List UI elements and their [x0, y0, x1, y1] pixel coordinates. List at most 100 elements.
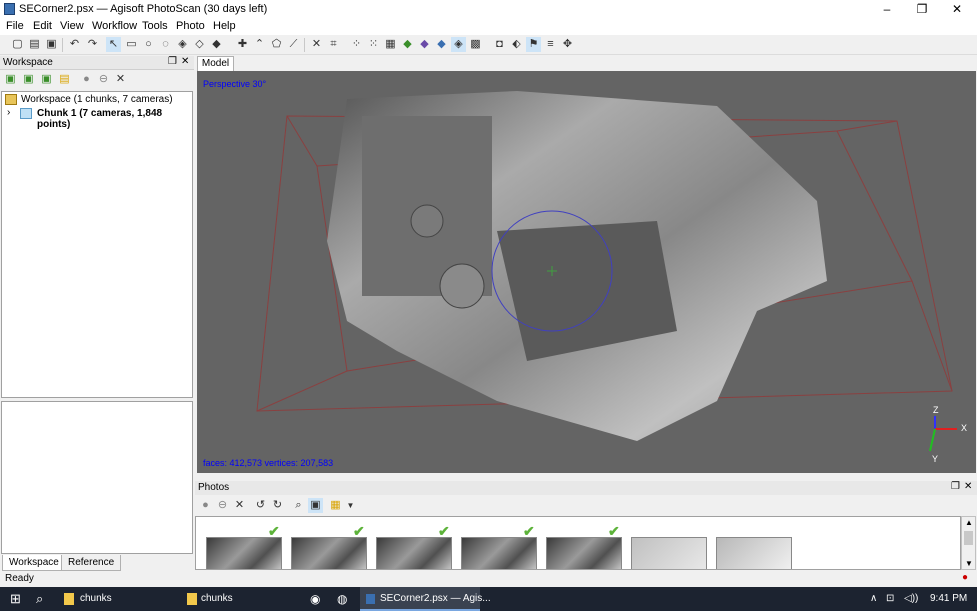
rectangle-select-icon[interactable]: ▭ — [124, 37, 139, 52]
dense-cloud-icon[interactable]: ⁙ — [366, 37, 381, 52]
photos-toolbar: ● ⊖ ✕ ↺ ↻ ⌕ ▣ ▦ ▼ — [195, 496, 977, 516]
remove-icon[interactable]: ✕ — [113, 72, 128, 87]
app-pin-icon[interactable]: ◉ — [310, 587, 320, 611]
menu-tools[interactable]: Tools — [142, 20, 168, 32]
add-marker-icon[interactable]: ▤ — [57, 72, 72, 87]
ruler-icon[interactable]: ⟋ — [286, 37, 301, 52]
photo-thumbnail[interactable] — [206, 537, 282, 569]
workspace-root[interactable]: Workspace (1 chunks, 7 cameras) — [21, 94, 173, 105]
menu-file[interactable]: File — [6, 20, 24, 32]
menu-edit[interactable]: Edit — [33, 20, 52, 32]
reset-view-icon[interactable]: ✥ — [560, 37, 575, 52]
network-icon[interactable]: ⊡ — [886, 587, 894, 611]
float-icon[interactable]: ❐ — [168, 56, 177, 67]
scroll-down-icon[interactable]: ▼ — [965, 559, 973, 568]
add-folder-icon[interactable]: ▣ — [39, 72, 54, 87]
wireframe-icon[interactable]: ▦ — [383, 37, 398, 52]
status-text: Ready — [5, 573, 34, 584]
resize-region-icon[interactable]: ◈ — [175, 37, 190, 52]
photos-title: Photos — [198, 482, 230, 493]
tab-workspace[interactable]: Workspace — [2, 555, 66, 571]
photos-float-icon[interactable]: ❐ — [951, 481, 960, 492]
taskbar-item-chunks[interactable]: chunks — [80, 587, 112, 611]
disable-icon[interactable]: ⊖ — [96, 72, 111, 87]
tray-chevron-icon[interactable]: ∧ — [870, 587, 877, 611]
restore-button[interactable]: ❐ — [907, 0, 937, 18]
volume-icon[interactable]: ◁)) — [904, 587, 918, 611]
show-region-icon[interactable]: ⚑ — [526, 37, 541, 52]
add-photos-icon[interactable]: ▣ — [21, 72, 36, 87]
photo-thumbnail[interactable] — [461, 537, 537, 569]
scroll-up-icon[interactable]: ▲ — [965, 518, 973, 527]
title-bar: SECorner2.psx — Agisoft PhotoScan (30 da… — [0, 0, 977, 18]
point-cloud-icon[interactable]: ⁘ — [349, 37, 364, 52]
menu-workflow[interactable]: Workflow — [92, 20, 137, 32]
circle-select-icon[interactable]: ○ — [141, 37, 156, 52]
navigation-icon[interactable]: ↖ — [106, 37, 121, 52]
search-icon[interactable]: ⌕ — [291, 498, 306, 513]
workspace-toolbar: ▣ ▣ ▣ ▤ ● ⊖ ✕ — [0, 70, 194, 90]
projection-label: Perspective 30° — [203, 79, 267, 89]
close-panel-icon[interactable]: ✕ — [181, 56, 189, 67]
taskbar: ⊞ ⌕ chunks chunks ◉ ◍ SECorner2.psx — Ag… — [0, 587, 977, 611]
chunk-item[interactable]: Chunk 1 (7 cameras, 1,848 points) — [37, 108, 192, 130]
menu-photo[interactable]: Photo — [176, 20, 205, 32]
marker-icon[interactable]: ✚ — [235, 37, 250, 52]
shaded-icon[interactable]: ◆ — [400, 37, 415, 52]
crop-icon[interactable]: ⌗ — [326, 37, 341, 52]
disable-camera-icon[interactable]: ⊖ — [215, 498, 230, 513]
free-select-icon[interactable]: ◌ — [158, 37, 173, 52]
polyline-icon[interactable]: ⌃ — [252, 37, 267, 52]
taskbar-item-photoscan[interactable]: SECorner2.psx — Agis... — [380, 587, 491, 611]
tab-reference[interactable]: Reference — [61, 555, 122, 571]
undo-icon[interactable]: ↶ — [67, 37, 82, 52]
tab-model[interactable]: Model — [197, 56, 234, 71]
photo-thumbnail[interactable] — [716, 537, 792, 569]
polygon-icon[interactable]: ⬠ — [269, 37, 284, 52]
photo-thumbnail[interactable] — [291, 537, 367, 569]
search-taskbar-icon[interactable]: ⌕ — [36, 587, 43, 611]
delete-icon[interactable]: ✕ — [309, 37, 324, 52]
model-viewport[interactable]: Perspective 30° faces: 412,573 vertices:… — [197, 71, 976, 473]
enable-camera-icon[interactable]: ● — [198, 498, 213, 513]
photos-scrollbar[interactable]: ▲ ▼ — [961, 516, 976, 570]
show-grid-icon[interactable]: ≡ — [543, 37, 558, 52]
new-file-icon[interactable]: ▢ — [10, 37, 25, 52]
show-cameras-icon[interactable]: ◘ — [492, 37, 507, 52]
expand-chevron-icon[interactable]: › — [7, 107, 10, 118]
remove-camera-icon[interactable]: ✕ — [232, 498, 247, 513]
aligned-check-icon: ✔ — [608, 523, 620, 539]
rotate-right-icon[interactable]: ↻ — [270, 498, 285, 513]
photos-header: Photos ❐ ✕ — [195, 481, 977, 495]
browser-icon[interactable]: ◍ — [337, 587, 347, 611]
enable-icon[interactable]: ● — [79, 72, 94, 87]
open-folder-icon[interactable]: ▤ — [27, 37, 42, 52]
photo-thumbnail[interactable] — [631, 537, 707, 569]
rotate-left-icon[interactable]: ↺ — [253, 498, 268, 513]
photo-thumbnail[interactable] — [376, 537, 452, 569]
view-mode-icon[interactable]: ▦ — [328, 498, 343, 513]
tiled-model-icon[interactable]: ◈ — [451, 37, 466, 52]
menu-help[interactable]: Help — [213, 20, 236, 32]
close-button[interactable]: ✕ — [942, 0, 972, 18]
textured-icon[interactable]: ◆ — [434, 37, 449, 52]
clock[interactable]: 9:41 PM — [930, 587, 967, 611]
taskbar-item-chunks-2[interactable]: chunks — [201, 587, 233, 611]
redo-icon[interactable]: ↷ — [85, 37, 100, 52]
show-markers-icon[interactable]: ⬖ — [509, 37, 524, 52]
save-icon[interactable]: ▣ — [44, 37, 59, 52]
filter-icon[interactable]: ▣ — [308, 498, 323, 513]
menu-view[interactable]: View — [60, 20, 84, 32]
notification-icon[interactable]: ● — [962, 572, 968, 583]
scroll-thumb[interactable] — [964, 531, 973, 545]
add-chunk-icon[interactable]: ▣ — [3, 72, 18, 87]
chevron-down-icon[interactable]: ▼ — [343, 498, 358, 513]
solid-icon[interactable]: ◆ — [417, 37, 432, 52]
move-region-icon[interactable]: ◇ — [192, 37, 207, 52]
rotate-region-icon[interactable]: ◆ — [209, 37, 224, 52]
dem-icon[interactable]: ▩ — [468, 37, 483, 52]
photo-thumbnail[interactable] — [546, 537, 622, 569]
photos-close-icon[interactable]: ✕ — [964, 481, 972, 492]
minimize-button[interactable]: – — [872, 0, 902, 18]
start-icon[interactable]: ⊞ — [10, 587, 21, 611]
